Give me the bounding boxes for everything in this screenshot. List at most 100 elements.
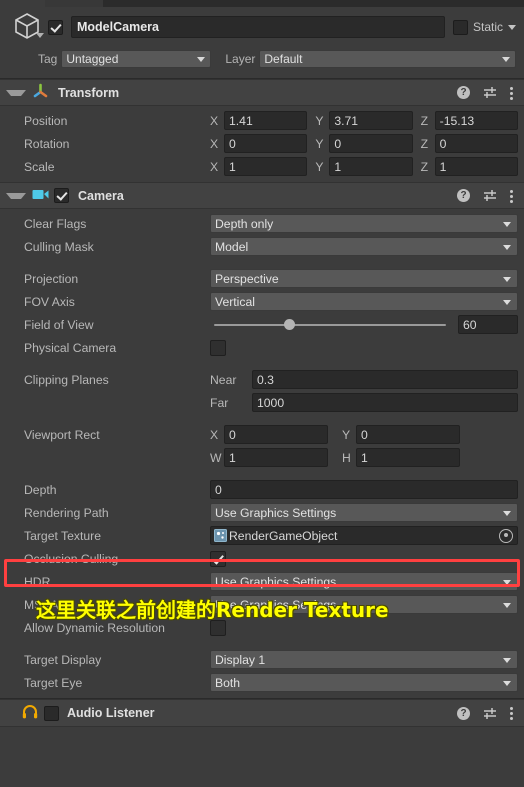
viewport-w-input[interactable]: 1 (224, 448, 328, 467)
position-x-input[interactable]: 1.41 (224, 111, 308, 130)
render-texture-icon (214, 529, 227, 542)
clear-flags-label: Clear Flags (24, 216, 87, 231)
clipping-near-label: Near (210, 372, 237, 387)
rotation-y-input[interactable]: 0 (329, 134, 413, 153)
gameobject-name-input[interactable]: ModelCamera (71, 16, 445, 38)
axis-z-label: Z (420, 159, 429, 174)
target-display-label: Target Display (24, 652, 102, 667)
viewport-y-input[interactable]: 0 (356, 425, 460, 444)
clipping-near-input[interactable]: 0.3 (252, 370, 518, 389)
position-z-value: -15.13 (439, 113, 475, 128)
slider-handle[interactable] (284, 319, 296, 330)
rotation-y-value: 0 (334, 136, 342, 151)
gameobject-icon-dropdown-caret[interactable] (36, 33, 44, 38)
bottom-fill (0, 727, 524, 738)
position-label: Position (24, 113, 68, 128)
preset-icon[interactable] (483, 189, 497, 202)
scale-z-input[interactable]: 1 (434, 157, 518, 176)
projection-dropdown[interactable]: Perspective (210, 269, 518, 288)
occlusion-culling-checkbox[interactable] (210, 550, 226, 567)
audio-listener-header-icons: ? (457, 706, 518, 720)
gameobject-name-row: ModelCamera Static (0, 7, 524, 47)
position-x-value: 1.41 (229, 113, 253, 128)
chevron-down-icon (503, 221, 511, 227)
field-of-view-row: Field of View 60 (0, 313, 524, 336)
gameobject-header: ModelCamera Static Tag Untagged Layer De… (0, 7, 524, 79)
physical-camera-checkbox[interactable] (210, 339, 226, 356)
viewport-w-value: 1 (229, 450, 236, 465)
field-of-view-slider[interactable] (210, 315, 450, 334)
position-vector3: X 1.41 Y 3.71 Z -15.13 (210, 111, 518, 130)
target-texture-object-field[interactable]: RenderGameObject (210, 526, 518, 545)
field-of-view-control: 60 (210, 315, 518, 334)
layer-dropdown[interactable]: Default (259, 50, 516, 68)
transform-foldout-arrow[interactable] (6, 89, 26, 96)
depth-row: Depth 0 (0, 478, 524, 501)
rendering-path-dropdown[interactable]: Use Graphics Settings (210, 503, 518, 522)
position-y-input[interactable]: 3.71 (329, 111, 413, 130)
clipping-far-input[interactable]: 1000 (252, 393, 518, 412)
preset-icon[interactable] (483, 707, 497, 720)
camera-icon (32, 188, 49, 204)
camera-component-header[interactable]: Camera ? (0, 182, 524, 209)
fov-axis-value: Vertical (215, 294, 255, 309)
cube-icon[interactable] (8, 9, 48, 45)
hdr-label: HDR (24, 574, 51, 589)
help-icon[interactable]: ? (457, 706, 470, 720)
transform-component-header[interactable]: Transform ? (0, 79, 524, 106)
static-toggle-group[interactable]: Static (452, 19, 516, 35)
kebab-menu-icon[interactable] (510, 86, 514, 100)
occlusion-culling-label: Occlusion Culling (24, 551, 119, 566)
preset-icon[interactable] (483, 86, 497, 99)
kebab-menu-icon[interactable] (510, 189, 514, 203)
target-display-row: Target Display Display 1 (0, 648, 524, 671)
viewport-x-label: X (210, 427, 219, 442)
transform-axis-icon (32, 83, 49, 103)
object-picker-icon[interactable] (499, 528, 513, 543)
gameobject-enabled-checkbox[interactable] (48, 19, 63, 35)
chevron-down-icon (197, 57, 206, 62)
camera-foldout-arrow[interactable] (6, 192, 26, 199)
clear-flags-dropdown[interactable]: Depth only (210, 214, 518, 233)
scale-x-input[interactable]: 1 (224, 157, 308, 176)
target-eye-row: Target Eye Both (0, 671, 524, 694)
rotation-x-value: 0 (229, 136, 236, 151)
viewport-xy-group: X 0 Y 0 (210, 425, 518, 444)
chevron-down-icon (503, 276, 511, 282)
fov-axis-row: FOV Axis Vertical (0, 290, 524, 313)
hdr-dropdown[interactable]: Use Graphics Settings (210, 572, 518, 591)
help-icon[interactable]: ? (457, 189, 470, 202)
viewport-rect-xy-row: Viewport Rect X 0 Y 0 (0, 423, 524, 446)
transform-title: Transform (58, 85, 120, 100)
fov-axis-dropdown[interactable]: Vertical (210, 292, 518, 311)
depth-input[interactable]: 0 (210, 480, 518, 499)
culling-mask-label: Culling Mask (24, 239, 94, 254)
camera-enabled-checkbox[interactable] (54, 188, 69, 203)
target-texture-value: RenderGameObject (229, 528, 338, 543)
static-checkbox[interactable] (452, 19, 468, 35)
audio-listener-component-header[interactable]: Audio Listener ? (0, 699, 524, 727)
viewport-w-label: W (210, 450, 222, 465)
culling-mask-dropdown[interactable]: Model (210, 237, 518, 256)
target-texture-label: Target Texture (24, 528, 102, 543)
kebab-menu-icon[interactable] (510, 706, 514, 720)
viewport-x-input[interactable]: 0 (224, 425, 328, 444)
field-of-view-value: 60 (463, 317, 477, 332)
target-display-dropdown[interactable]: Display 1 (210, 650, 518, 669)
help-icon[interactable]: ? (457, 86, 470, 99)
position-z-input[interactable]: -15.13 (434, 111, 518, 130)
scale-y-input[interactable]: 1 (329, 157, 413, 176)
field-of-view-input[interactable]: 60 (458, 315, 518, 334)
rotation-z-input[interactable]: 0 (434, 134, 518, 153)
audio-listener-enabled-checkbox[interactable] (44, 705, 59, 721)
viewport-h-input[interactable]: 1 (356, 448, 460, 467)
tag-dropdown[interactable]: Untagged (61, 50, 212, 68)
static-dropdown-caret[interactable] (508, 24, 516, 30)
target-eye-dropdown[interactable]: Both (210, 673, 518, 692)
scale-label: Scale (24, 159, 55, 174)
rotation-x-input[interactable]: 0 (224, 134, 308, 153)
